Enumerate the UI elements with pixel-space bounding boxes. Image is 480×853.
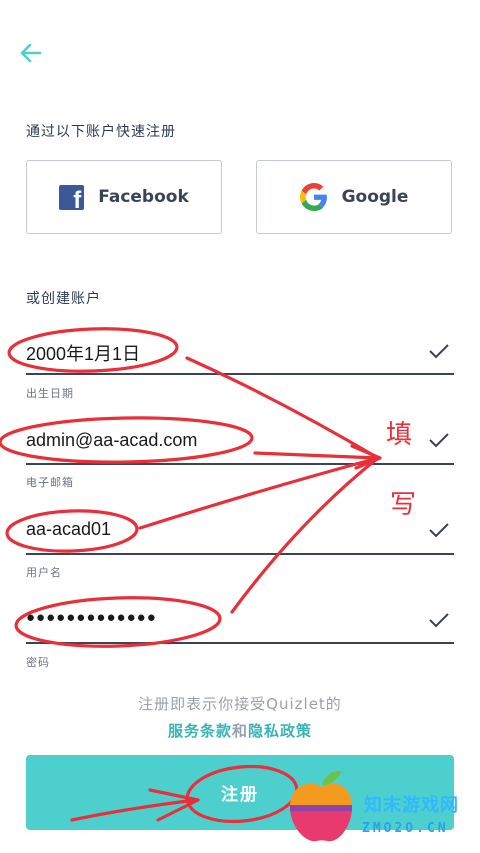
quick-signup-label: 通过以下账户快速注册 bbox=[26, 124, 176, 140]
terms-links: 服务条款和隐私政策 bbox=[0, 720, 480, 741]
annotation-arrow bbox=[138, 456, 380, 530]
password-caption: 密码 bbox=[26, 656, 50, 669]
email-field[interactable]: admin@aa-acad.com bbox=[26, 430, 197, 451]
birthdate-field[interactable]: 2000年1月1日 bbox=[26, 340, 140, 366]
password-field[interactable]: ●●●●●●●●●●●●● bbox=[26, 609, 157, 626]
email-underline bbox=[26, 463, 454, 465]
birthdate-underline bbox=[26, 373, 454, 375]
google-icon bbox=[299, 183, 327, 211]
username-field[interactable]: aa-acad01 bbox=[26, 519, 111, 540]
create-account-label: 或创建账户 bbox=[26, 291, 101, 307]
facebook-label: Facebook bbox=[98, 187, 189, 207]
check-icon bbox=[429, 613, 449, 628]
username-caption: 用户名 bbox=[26, 566, 62, 579]
check-icon bbox=[429, 523, 449, 538]
check-icon bbox=[429, 433, 449, 448]
terms-and-text: 和 bbox=[231, 722, 248, 740]
signup-button-label: 注册 bbox=[221, 785, 259, 805]
facebook-signup-button[interactable]: f Facebook bbox=[26, 160, 222, 234]
terms-text: 注册即表示你接受Quizlet的 bbox=[138, 695, 342, 713]
signup-button[interactable]: 注册 bbox=[26, 755, 454, 830]
annotation-arrow bbox=[230, 456, 380, 614]
annotation-note: 填 bbox=[386, 420, 413, 450]
birthdate-caption: 出生日期 bbox=[26, 387, 74, 400]
password-underline bbox=[26, 642, 454, 644]
facebook-icon: f bbox=[59, 184, 85, 210]
google-signup-button[interactable]: Google bbox=[256, 160, 452, 234]
arrow-left-icon bbox=[20, 43, 42, 63]
username-underline bbox=[26, 553, 454, 555]
terms-of-service-link[interactable]: 服务条款 bbox=[168, 722, 232, 740]
annotation-arrow bbox=[253, 451, 380, 460]
annotation-note: 写 bbox=[390, 490, 417, 520]
email-caption: 电子邮箱 bbox=[26, 476, 74, 489]
check-icon bbox=[429, 344, 449, 359]
back-button[interactable] bbox=[14, 36, 48, 70]
google-label: Google bbox=[341, 187, 409, 207]
privacy-policy-link[interactable]: 隐私政策 bbox=[248, 722, 312, 740]
